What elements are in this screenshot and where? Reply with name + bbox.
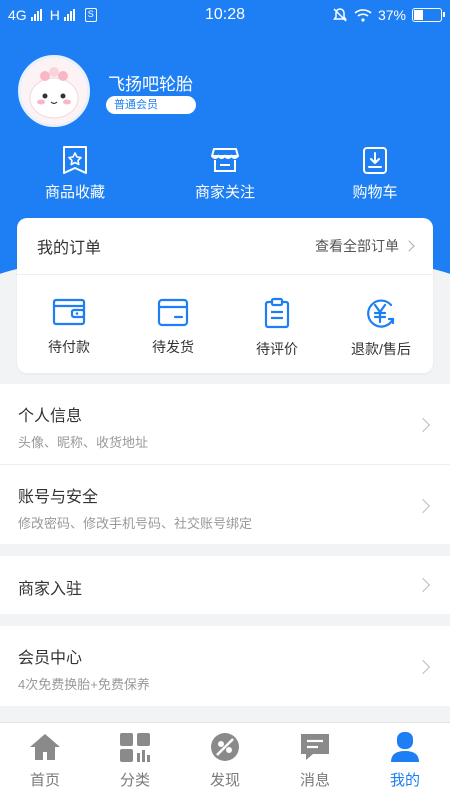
tab-label: 首页 (29, 772, 60, 789)
home-icon (30, 734, 60, 760)
personal-info-row[interactable]: 个人信息 头像、昵称、收货地址 (0, 384, 450, 464)
favorites-link[interactable]: 商品收藏 (0, 145, 150, 202)
merchant-join-row[interactable]: 商家入驻 (0, 556, 450, 614)
tab-label: 分类 (119, 772, 150, 789)
account-security-row[interactable]: 账号与安全 修改密码、修改手机号码、社交账号绑定 (0, 464, 450, 544)
tab-label: 发现 (209, 772, 240, 789)
view-all-orders-label: 查看全部订单 (315, 238, 399, 254)
star-bag-icon (63, 146, 87, 174)
row-title: 商家入驻 (18, 581, 83, 598)
yen-refund-icon (367, 299, 395, 328)
discover-icon (211, 733, 239, 761)
member-section: 会员中心 4次免费换胎+免费保养 (0, 626, 450, 706)
wifi-icon (354, 9, 372, 22)
followed-stores-link[interactable]: 商家关注 (150, 145, 300, 202)
row-title: 账号与安全 (18, 489, 99, 506)
category-icon (120, 733, 150, 762)
quick-link-label: 购物车 (352, 184, 398, 201)
tab-category[interactable]: 分类 (90, 723, 180, 800)
row-subtitle: 头像、昵称、收货地址 (18, 435, 149, 450)
merchant-section: 商家入驻 (0, 556, 450, 614)
box-icon (157, 298, 189, 327)
bottom-tab-bar: 首页 分类 发现 消息 我的 (0, 722, 450, 800)
orders-card: 我的订单 查看全部订单 待付款 待发货 待评价 退款/售后 (17, 218, 433, 373)
account-section: 个人信息 头像、昵称、收货地址 账号与安全 修改密码、修改手机号码、社交账号绑定 (0, 384, 450, 544)
store-icon (211, 148, 239, 172)
cart-link[interactable]: 购物车 (300, 145, 450, 202)
row-title: 会员中心 (18, 650, 83, 667)
row-subtitle: 修改密码、修改手机号码、社交账号绑定 (18, 516, 253, 531)
tab-home[interactable]: 首页 (0, 723, 90, 800)
battery-icon (412, 8, 445, 22)
tab-label: 消息 (299, 772, 330, 789)
profile-icon (391, 732, 419, 762)
cart-icon (363, 147, 387, 174)
order-pending-payment[interactable]: 待付款 (17, 297, 121, 359)
clipboard-icon (264, 297, 290, 329)
tab-discover[interactable]: 发现 (180, 723, 270, 800)
quick-link-label: 商品收藏 (44, 184, 105, 201)
orders-title: 我的订单 (37, 240, 102, 257)
order-status-label: 退款/售后 (351, 341, 411, 357)
row-subtitle: 4次免费换胎+免费保养 (18, 677, 150, 692)
avatar[interactable] (18, 55, 90, 127)
mute-icon (332, 8, 347, 22)
order-status-label: 待发货 (152, 339, 194, 355)
tab-label: 我的 (389, 772, 420, 789)
row-title: 个人信息 (18, 408, 83, 425)
username: 飞扬吧轮胎 (108, 75, 193, 94)
battery-percent: 37% (377, 7, 406, 23)
orders-header: 我的订单 查看全部订单 (17, 218, 433, 275)
tab-messages[interactable]: 消息 (270, 723, 360, 800)
view-all-orders-link[interactable]: 查看全部订单 (315, 236, 415, 256)
quick-link-label: 商家关注 (194, 184, 255, 201)
order-pending-review[interactable]: 待评价 (225, 297, 329, 359)
order-status-label: 待付款 (48, 339, 90, 355)
order-pending-shipment[interactable]: 待发货 (121, 297, 225, 359)
quick-links: 商品收藏 商家关注 购物车 (0, 145, 450, 202)
member-center-row[interactable]: 会员中心 4次免费换胎+免费保养 (0, 626, 450, 706)
order-status-label: 待评价 (256, 341, 298, 357)
avatar-image (21, 58, 87, 124)
member-level-badge: 普通会员 (106, 96, 196, 114)
chevron-right-icon (403, 240, 415, 252)
status-bar: 4G H S 10:28 37% (0, 0, 450, 32)
tab-profile[interactable]: 我的 (360, 723, 450, 800)
wallet-icon (52, 298, 86, 326)
order-refund-aftersale[interactable]: 退款/售后 (329, 297, 433, 359)
message-icon (301, 734, 329, 760)
